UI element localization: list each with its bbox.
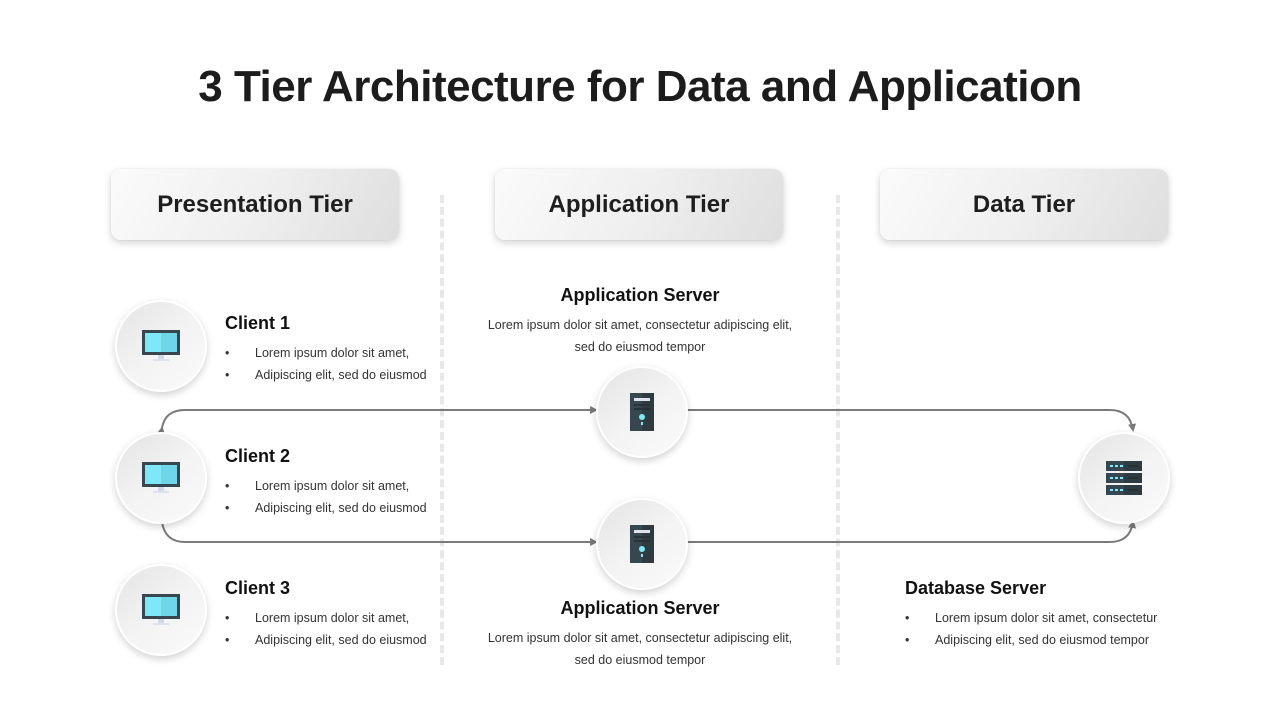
server-rack-icon [1106,461,1142,495]
bullet-item: • Adipiscing elit, sed do eiusmod [225,368,427,382]
monitor-icon [142,330,180,361]
bullet-item: • Lorem ipsum dolor sit amet, [225,611,410,625]
database-server-title: Database Server [905,578,1047,598]
bullet-item: • Lorem ipsum dolor sit amet, [225,479,410,493]
monitor-icon [142,462,180,493]
app-server-1-info: Application Server Lorem ipsum dolor sit… [470,285,810,358]
monitor-icon [142,594,180,625]
bullet-item: • Adipiscing elit, sed do eiusmod tempor [905,633,1150,647]
server-tower-icon [630,525,654,563]
client-3-info: Client 3 • Lorem ipsum dolor sit amet, • A… [225,578,445,651]
arrow-app1-to-db [680,406,1137,432]
bullet-item: • Lorem ipsum dolor sit amet, [225,346,410,360]
client-2-node [115,432,207,524]
client-2-info: Client 2 • Lorem ipsum dolor sit amet, • A… [225,446,445,519]
client-1-node [115,300,207,392]
arrow-client2-to-app1 [157,406,598,435]
client-3-node [115,564,207,656]
app-server-desc-line1: Lorem ipsum dolor sit amet, consectetur … [487,318,793,332]
app-server-2-node [596,498,688,590]
app-server-title: Application Server [560,598,720,618]
client-title: Client 3 [225,578,291,598]
app-server-desc-line2: sed do eiusmod tempor [574,653,706,667]
database-server-node [1078,432,1170,524]
arrow-client2-to-app2 [157,515,598,546]
app-server-desc-line1: Lorem ipsum dolor sit amet, consectetur … [487,631,793,645]
app-server-2-info: Application Server Lorem ipsum dolor sit… [470,598,810,671]
client-title: Client 2 [225,446,291,466]
client-1-info: Client 1 • Lorem ipsum dolor sit amet, • A… [225,313,445,386]
server-tower-icon [630,393,654,431]
app-server-1-node [596,366,688,458]
client-title: Client 1 [225,313,291,333]
arrow-app2-to-db [680,520,1137,546]
bullet-item: • Lorem ipsum dolor sit amet, consectetur [905,611,1158,625]
database-server-info: Database Server • Lorem ipsum dolor sit a… [905,578,1185,651]
bullet-item: • Adipiscing elit, sed do eiusmod [225,501,427,515]
app-server-desc-line2: sed do eiusmod tempor [574,340,706,354]
app-server-title: Application Server [560,285,720,305]
bullet-item: • Adipiscing elit, sed do eiusmod [225,633,427,647]
